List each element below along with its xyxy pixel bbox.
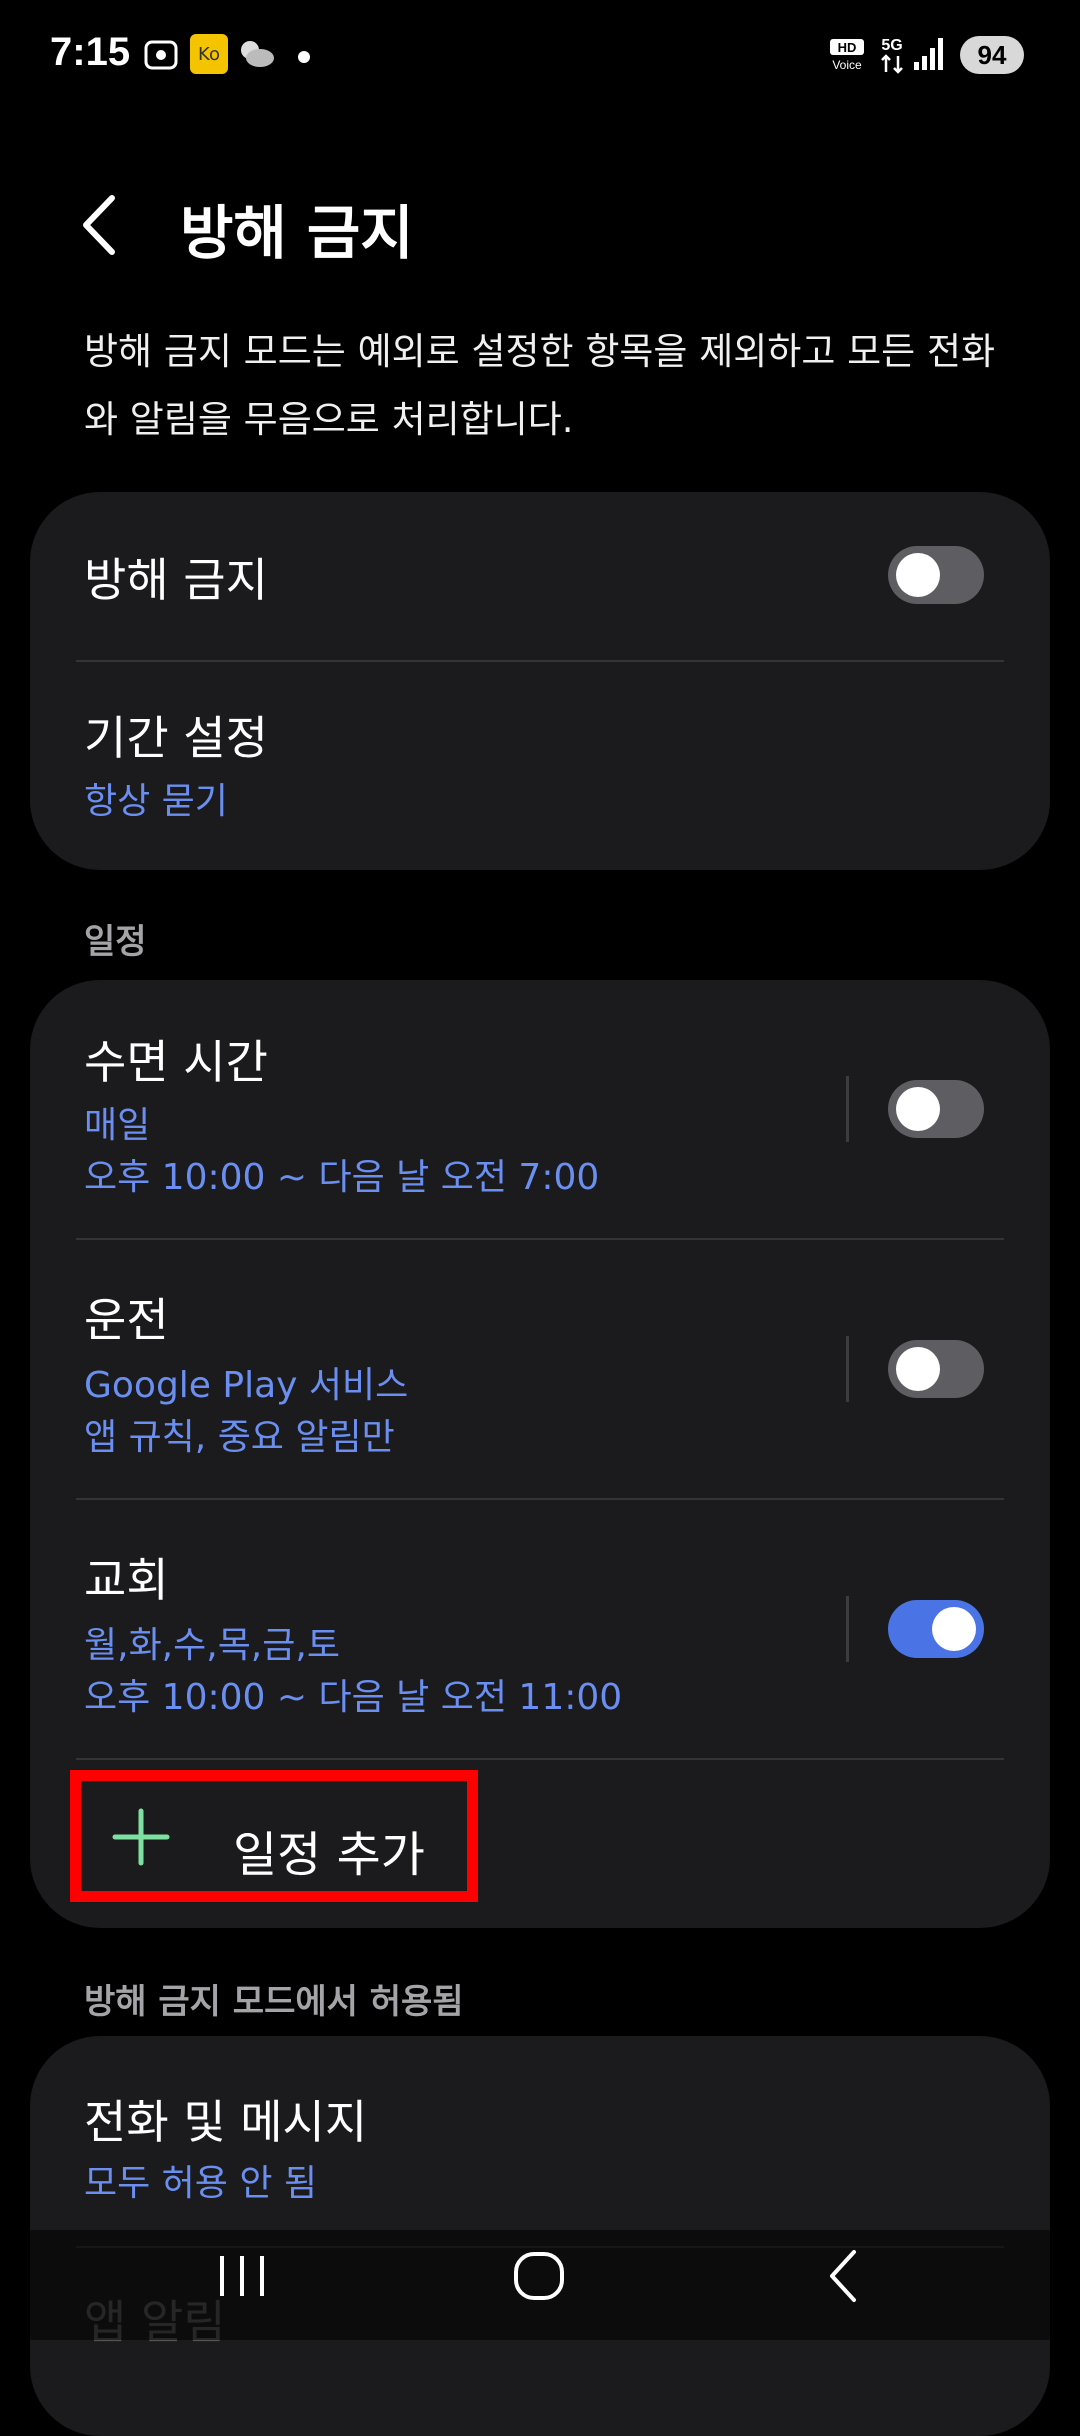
toggle-knob [896,553,940,597]
vertical-separator [846,1596,849,1662]
schedule-item-title: 운전 [84,1293,169,1347]
calls-value: 모두 허용 안 됨 [84,2163,318,2204]
battery-icon: 94 [960,36,1024,74]
dnd-toggle[interactable] [888,546,984,604]
toggle-knob [896,1347,940,1391]
svg-text:Voice: Voice [832,58,862,72]
status-bar: 7:15 Ko HD Voice 5G 94 [0,0,1080,110]
plus-icon [111,1807,171,1867]
allowed-section-label: 방해 금지 모드에서 허용됨 [84,1982,464,2022]
svg-text:5G: 5G [881,37,902,54]
home-icon[interactable] [510,2246,570,2310]
schedule-item-days: 월,화,수,목,금,토 [84,1625,340,1666]
add-schedule-label: 일정 추가 [233,1827,425,1883]
page-description: 방해 금지 모드는 예외로 설정한 항목을 제외하고 모든 전화와 알림을 무음… [84,330,996,441]
schedule-section-label: 일정 [84,922,147,962]
divider [76,1758,1004,1760]
schedule-item-time: 오후 10:00 ~ 다음 날 오전 7:00 [84,1157,600,1198]
notification-dot-icon [298,48,310,67]
toggle-knob [932,1607,976,1651]
duration-title: 기간 설정 [84,711,268,765]
back-icon[interactable] [70,190,130,260]
app-badge-icon: Ko [190,34,228,78]
screenshot-icon [142,36,180,78]
hd-voice-icon: HD Voice [828,38,868,76]
schedule-item-driving[interactable]: 운전 Google Play 서비스 앱 규칙, 중요 알림만 [30,1240,830,1498]
vertical-separator [846,1076,849,1142]
status-time: 7:15 [50,30,131,74]
signal-icon [912,36,948,76]
schedule-driving-toggle[interactable] [888,1340,984,1398]
schedule-item-source: Google Play 서비스 [84,1365,409,1406]
schedule-item-time: 오후 10:00 ~ 다음 날 오전 11:00 [84,1677,623,1718]
dnd-label: 방해 금지 [84,553,268,607]
schedule-sleep-toggle[interactable] [888,1080,984,1138]
calls-messages-row[interactable]: 전화 및 메시지 모두 허용 안 됨 [30,2036,1050,2246]
add-schedule-button[interactable]: 일정 추가 [70,1770,478,1902]
duration-setting-row[interactable]: 기간 설정 항상 묻기 [30,662,1050,870]
svg-text:HD: HD [838,40,857,55]
schedule-item-title: 교회 [84,1553,169,1607]
recent-apps-icon[interactable] [214,2246,270,2310]
svg-text:Ko: Ko [198,44,220,65]
calls-title: 전화 및 메시지 [84,2095,368,2149]
schedule-item-title: 수면 시간 [84,1035,268,1089]
weather-icon [236,36,276,74]
page-title: 방해 금지 [180,199,414,267]
5g-icon: 5G [878,34,912,78]
schedule-item-rule: 앱 규칙, 중요 알림만 [84,1417,395,1458]
schedule-item-days: 매일 [84,1105,151,1146]
navigation-bar [0,2230,1080,2340]
back-nav-icon[interactable] [820,2246,870,2310]
dnd-toggle-row[interactable]: 방해 금지 [30,492,1050,660]
schedule-church-toggle[interactable] [888,1600,984,1658]
schedule-item-sleep[interactable]: 수면 시간 매일 오후 10:00 ~ 다음 날 오전 7:00 [30,980,830,1238]
dnd-main-card: 방해 금지 기간 설정 항상 묻기 [30,492,1050,870]
toggle-knob [896,1087,940,1131]
schedule-item-church[interactable]: 교회 월,화,수,목,금,토 오후 10:00 ~ 다음 날 오전 11:00 [30,1500,830,1758]
vertical-separator [846,1336,849,1402]
duration-value: 항상 묻기 [84,781,228,822]
